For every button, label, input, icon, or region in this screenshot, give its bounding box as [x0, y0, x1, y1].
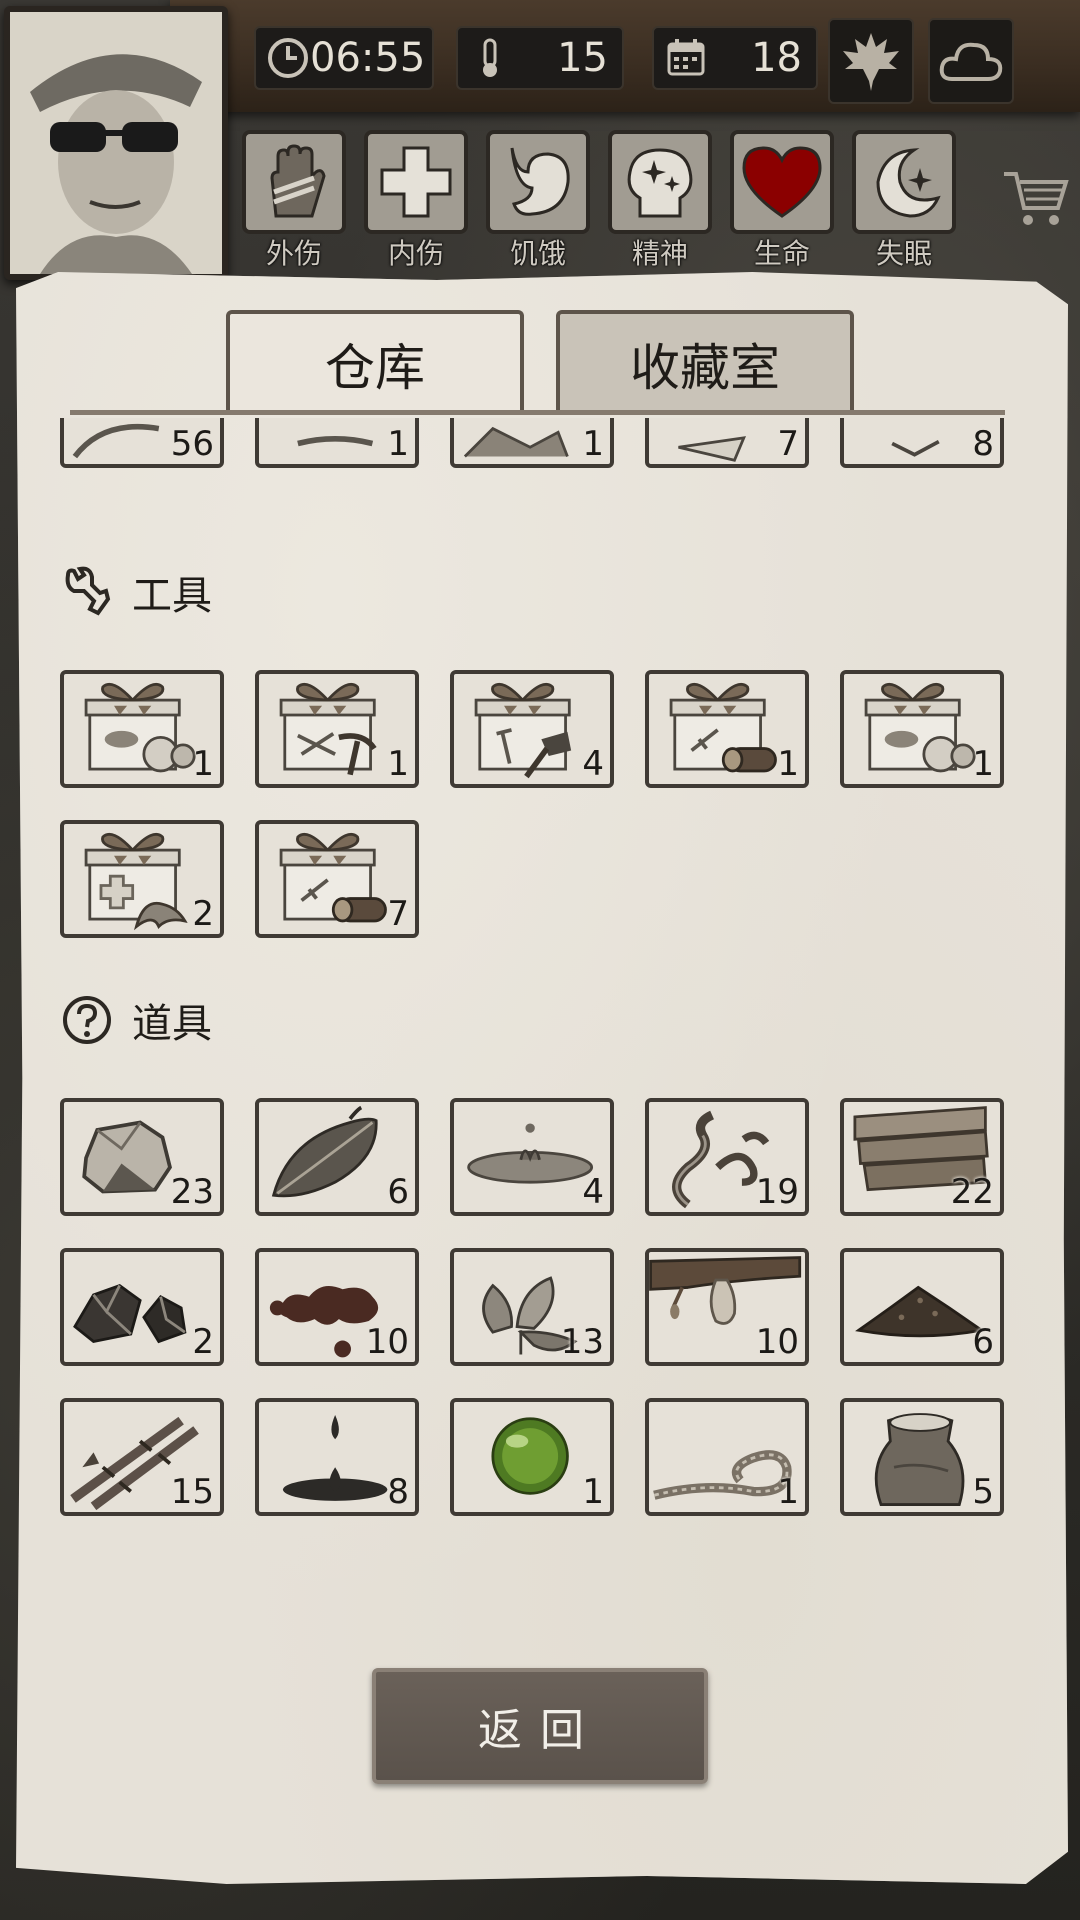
time-value: 06:55: [310, 35, 426, 81]
item-count: 7: [387, 894, 409, 934]
item-count: 1: [387, 424, 409, 464]
item-count: 1: [582, 424, 604, 464]
section-props-title: 道具: [132, 1001, 212, 1047]
cloud-icon: [939, 42, 1003, 81]
inventory-slot[interactable]: 7: [255, 820, 419, 938]
status-internal-injury[interactable]: [364, 130, 468, 234]
status-health[interactable]: [730, 130, 834, 234]
item-count: 15: [170, 1472, 214, 1512]
inventory-slot[interactable]: 8: [255, 1398, 419, 1516]
item-count: 1: [777, 1472, 799, 1512]
stomach-icon: [510, 147, 570, 216]
item-count: 19: [755, 1172, 799, 1212]
inventory-slot[interactable]: 1: [60, 670, 224, 788]
item-count: 1: [387, 744, 409, 784]
inventory-slot[interactable]: 1: [450, 1398, 614, 1516]
inventory-slot[interactable]: 1: [645, 1398, 809, 1516]
status-mental[interactable]: [608, 130, 712, 234]
bandaged-hand-icon: [270, 144, 326, 218]
status-label-external: 外伤: [265, 237, 322, 270]
inventory-slot[interactable]: 1: [840, 670, 1004, 788]
inventory-slot[interactable]: 5: [840, 1398, 1004, 1516]
section-tools: 工具: [60, 562, 212, 622]
time-display: 06:55: [254, 26, 434, 90]
head-sparkle-icon: [627, 148, 693, 218]
avatar: [10, 12, 222, 274]
item-count: 5: [972, 1472, 994, 1512]
item-count: 13: [560, 1322, 604, 1362]
calendar-icon: [667, 39, 705, 76]
section-props: 道具: [60, 990, 212, 1050]
status-hunger[interactable]: [486, 130, 590, 234]
shopping-cart-icon[interactable]: [1000, 168, 1070, 228]
thermometer-icon: [483, 38, 497, 77]
item-count: 4: [582, 744, 604, 784]
item-count: 6: [972, 1322, 994, 1362]
item-count: 56: [170, 424, 214, 464]
item-count: 7: [777, 424, 799, 464]
wrench-icon: [65, 566, 111, 616]
inventory-slot[interactable]: 23: [60, 1098, 224, 1216]
item-count: 2: [192, 1322, 214, 1362]
tab-collection[interactable]: 收藏室: [556, 310, 854, 414]
tab-divider: [70, 410, 1005, 415]
inventory-slot[interactable]: 7: [645, 418, 809, 468]
inventory-slot[interactable]: 1: [255, 670, 419, 788]
item-count: 8: [387, 1472, 409, 1512]
inventory-slot[interactable]: 10: [255, 1248, 419, 1366]
temperature-display: 15: [456, 26, 624, 90]
item-count: 1: [192, 744, 214, 784]
inventory-slot[interactable]: 2: [60, 820, 224, 938]
weather-button[interactable]: [928, 18, 1014, 104]
inventory-slot[interactable]: 4: [450, 670, 614, 788]
status-label-internal: 内伤: [387, 237, 444, 270]
inventory-slot[interactable]: 2: [60, 1248, 224, 1366]
status-label-hunger: 饥饿: [509, 237, 566, 270]
item-count: 23: [170, 1172, 214, 1212]
item-count: 8: [972, 424, 994, 464]
inventory-slot[interactable]: 56: [60, 418, 224, 468]
section-tools-title: 工具: [132, 573, 212, 619]
item-count: 1: [777, 744, 799, 784]
heart-icon: [742, 146, 822, 218]
item-count: 10: [755, 1322, 799, 1362]
inventory-slot[interactable]: 13: [450, 1248, 614, 1366]
item-count: 2: [192, 894, 214, 934]
item-count: 10: [365, 1322, 409, 1362]
inventory-scroll-area[interactable]: 56 1 1 7 8 工具 1 1 4 1 1 2 7 道具 23 6 4 19…: [40, 418, 1040, 1648]
inventory-slot[interactable]: 1: [255, 418, 419, 468]
question-icon: [63, 996, 111, 1044]
inventory-slot[interactable]: 4: [450, 1098, 614, 1216]
maple-leaf-icon: [843, 33, 899, 91]
cross-icon: [380, 146, 452, 218]
item-count: 1: [972, 744, 994, 784]
status-label-health: 生命: [753, 237, 810, 270]
season-button[interactable]: [828, 18, 914, 104]
inventory-slot[interactable]: 15: [60, 1398, 224, 1516]
status-label-insomnia: 失眠: [875, 237, 932, 270]
item-count: 22: [950, 1172, 994, 1212]
moon-star-icon: [876, 148, 941, 218]
status-external-injury[interactable]: [242, 130, 346, 234]
day-display: 18: [652, 26, 818, 90]
inventory-slot[interactable]: 1: [645, 670, 809, 788]
tab-warehouse[interactable]: 仓库: [226, 310, 524, 414]
player-portrait[interactable]: [4, 6, 228, 280]
clock-icon: [268, 38, 308, 78]
day-value: 18: [751, 35, 802, 81]
back-button[interactable]: 返回: [372, 1668, 708, 1784]
item-count: 6: [387, 1172, 409, 1212]
inventory-slot[interactable]: 1: [450, 418, 614, 468]
inventory-slot[interactable]: 8: [840, 418, 1004, 468]
status-label-mental: 精神: [631, 237, 688, 270]
inventory-slot[interactable]: 19: [645, 1098, 809, 1216]
inventory-slot[interactable]: 10: [645, 1248, 809, 1366]
inventory-slot[interactable]: 6: [255, 1098, 419, 1216]
item-count: 1: [582, 1472, 604, 1512]
item-count: 4: [582, 1172, 604, 1212]
temperature-value: 15: [557, 35, 608, 81]
inventory-slot[interactable]: 22: [840, 1098, 1004, 1216]
status-insomnia[interactable]: [852, 130, 956, 234]
inventory-slot[interactable]: 6: [840, 1248, 1004, 1366]
